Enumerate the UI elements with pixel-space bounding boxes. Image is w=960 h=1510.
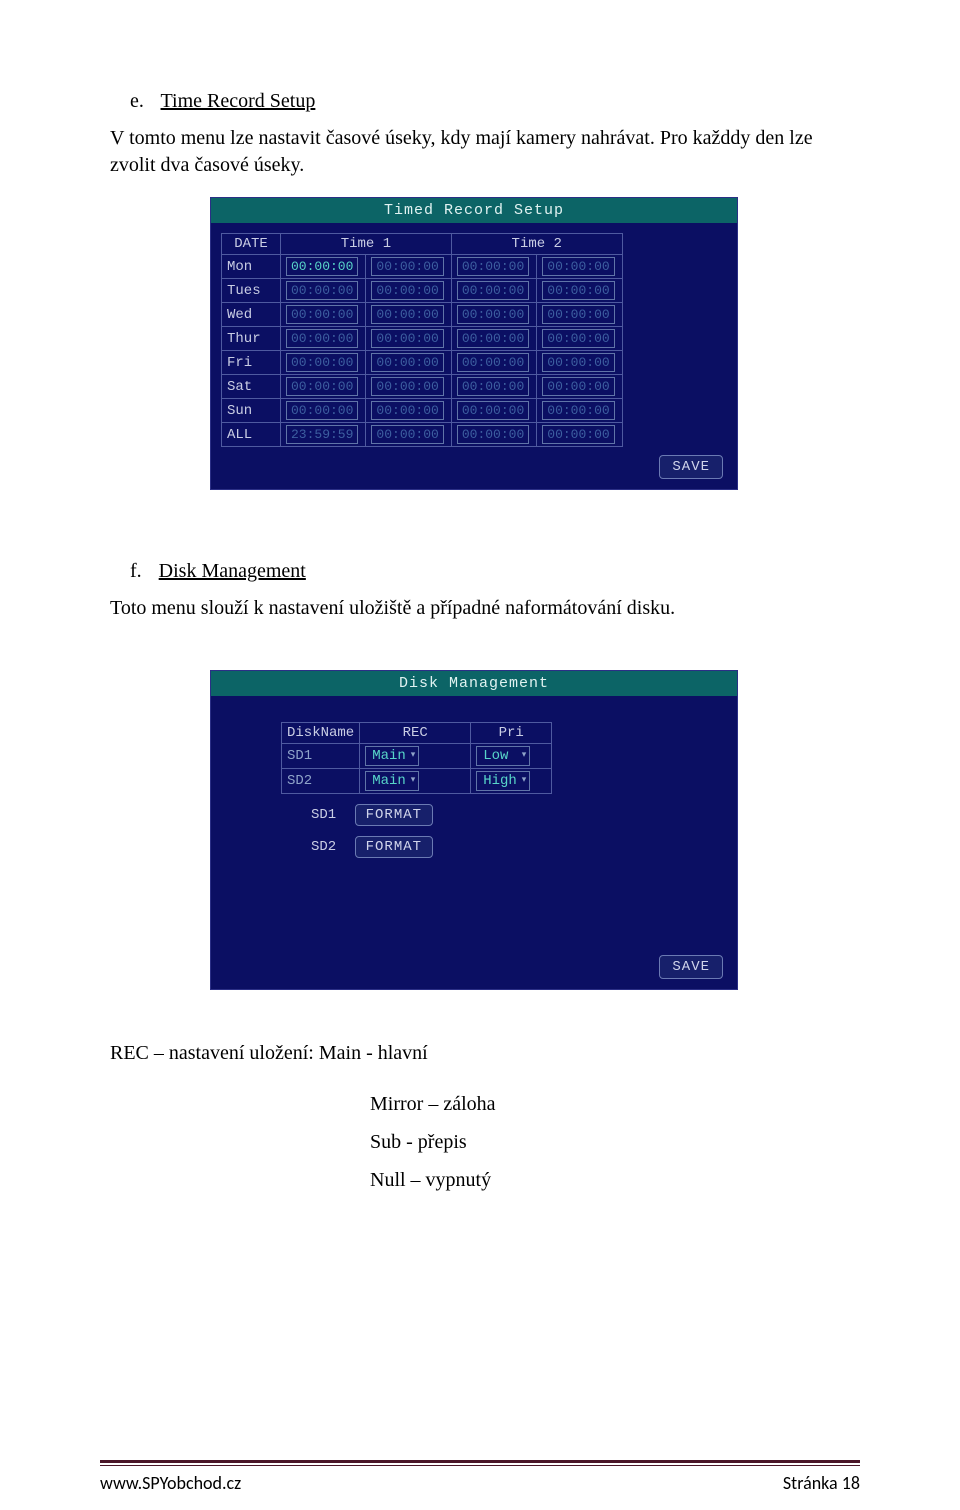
time-field[interactable]: 00:00:00 (371, 377, 443, 396)
table-row: Sun 00:00:00 00:00:00 00:00:00 00:00:00 (222, 399, 623, 423)
time-field[interactable]: 00:00:00 (371, 353, 443, 372)
time-field[interactable]: 00:00:00 (457, 257, 529, 276)
time-field[interactable]: 00:00:00 (286, 257, 358, 276)
table-row: Thur 00:00:00 00:00:00 00:00:00 00:00:00 (222, 327, 623, 351)
time-field[interactable]: 00:00:00 (286, 377, 358, 396)
rec-settings-lead: REC – nastavení uložení: Main - hlavní (110, 1040, 860, 1067)
timed-record-table: DATE Time 1 Time 2 Mon 00:00:00 00:00:00… (221, 233, 623, 447)
section-e-paragraph: V tomto menu lze nastavit časové úseky, … (110, 125, 860, 179)
time-field[interactable]: 00:00:00 (371, 257, 443, 276)
time-field[interactable]: 00:00:00 (542, 281, 614, 300)
timed-record-screenshot: Timed Record Setup DATE Time 1 Time 2 Mo… (210, 197, 738, 490)
pri-select[interactable]: Low (476, 746, 530, 766)
time-field[interactable]: 00:00:00 (542, 305, 614, 324)
col-time2: Time 2 (451, 234, 622, 255)
table-row: Wed 00:00:00 00:00:00 00:00:00 00:00:00 (222, 303, 623, 327)
table-row: SD1 Main Low (282, 744, 552, 769)
rec-settings-item: Mirror – záloha (370, 1085, 860, 1123)
footer-url: www.SPYobchod.cz (100, 1472, 241, 1494)
sd2-label: SD2 (311, 839, 336, 855)
footer-page-number: Stránka 18 (783, 1472, 860, 1494)
time-field[interactable]: 00:00:00 (371, 329, 443, 348)
time-field[interactable]: 00:00:00 (457, 377, 529, 396)
time-field[interactable]: 00:00:00 (457, 329, 529, 348)
col-date: DATE (222, 234, 281, 255)
time-field[interactable]: 00:00:00 (542, 329, 614, 348)
sd1-label: SD1 (311, 807, 336, 823)
rec-settings-item: Null – vypnutý (370, 1161, 860, 1199)
disk-shot-title: Disk Management (211, 671, 737, 696)
time-field[interactable]: 00:00:00 (542, 353, 614, 372)
col-pri: Pri (471, 723, 552, 744)
section-f-heading: f. Disk Management (110, 560, 860, 583)
format-button[interactable]: FORMAT (355, 836, 433, 858)
table-row: Mon 00:00:00 00:00:00 00:00:00 00:00:00 (222, 255, 623, 279)
time-field[interactable]: 00:00:00 (542, 425, 614, 444)
time-field[interactable]: 00:00:00 (286, 329, 358, 348)
save-button[interactable]: SAVE (659, 455, 723, 479)
table-row: SD2 Main High (282, 769, 552, 794)
timed-shot-title: Timed Record Setup (211, 198, 737, 223)
table-header-row: DiskName REC Pri (282, 723, 552, 744)
time-field[interactable]: 23:59:59 (286, 425, 358, 444)
table-row: Fri 00:00:00 00:00:00 00:00:00 00:00:00 (222, 351, 623, 375)
table-row: ALL 23:59:59 00:00:00 00:00:00 00:00:00 (222, 423, 623, 447)
disk-table: DiskName REC Pri SD1 Main Low SD2 Main H… (281, 722, 552, 794)
time-field[interactable]: 00:00:00 (371, 425, 443, 444)
time-field[interactable]: 00:00:00 (286, 305, 358, 324)
format-button[interactable]: FORMAT (355, 804, 433, 826)
section-e-heading: e. Time Record Setup (110, 90, 860, 113)
time-field[interactable]: 00:00:00 (286, 281, 358, 300)
table-row: Tues 00:00:00 00:00:00 00:00:00 00:00:00 (222, 279, 623, 303)
time-field[interactable]: 00:00:00 (457, 353, 529, 372)
save-button[interactable]: SAVE (659, 955, 723, 979)
time-field[interactable]: 00:00:00 (457, 401, 529, 420)
disk-management-screenshot: Disk Management DiskName REC Pri SD1 Mai… (210, 670, 738, 990)
section-f-letter: f. (130, 560, 142, 583)
rec-select[interactable]: Main (365, 771, 419, 791)
time-field[interactable]: 00:00:00 (371, 305, 443, 324)
time-field[interactable]: 00:00:00 (371, 281, 443, 300)
page-footer: www.SPYobchod.cz Stránka 18 (0, 1460, 960, 1510)
rec-settings-item: Sub - přepis (370, 1123, 860, 1161)
time-field[interactable]: 00:00:00 (371, 401, 443, 420)
time-field[interactable]: 00:00:00 (457, 305, 529, 324)
time-field[interactable]: 00:00:00 (286, 401, 358, 420)
format-row: SD1 FORMAT (311, 804, 727, 826)
time-field[interactable]: 00:00:00 (542, 257, 614, 276)
pri-select[interactable]: High (476, 771, 530, 791)
section-f-paragraph: Toto menu slouží k nastavení uložiště a … (110, 595, 860, 622)
table-row: Sat 00:00:00 00:00:00 00:00:00 00:00:00 (222, 375, 623, 399)
time-field[interactable]: 00:00:00 (457, 425, 529, 444)
section-f-title: Disk Management (159, 560, 306, 582)
time-field[interactable]: 00:00:00 (457, 281, 529, 300)
section-e-letter: e. (130, 90, 144, 113)
time-field[interactable]: 00:00:00 (542, 377, 614, 396)
rec-select[interactable]: Main (365, 746, 419, 766)
table-header-row: DATE Time 1 Time 2 (222, 234, 623, 255)
col-time1: Time 1 (281, 234, 452, 255)
time-field[interactable]: 00:00:00 (286, 353, 358, 372)
col-rec: REC (360, 723, 471, 744)
section-e-title: Time Record Setup (161, 90, 316, 112)
time-field[interactable]: 00:00:00 (542, 401, 614, 420)
format-row: SD2 FORMAT (311, 836, 727, 858)
col-diskname: DiskName (282, 723, 360, 744)
